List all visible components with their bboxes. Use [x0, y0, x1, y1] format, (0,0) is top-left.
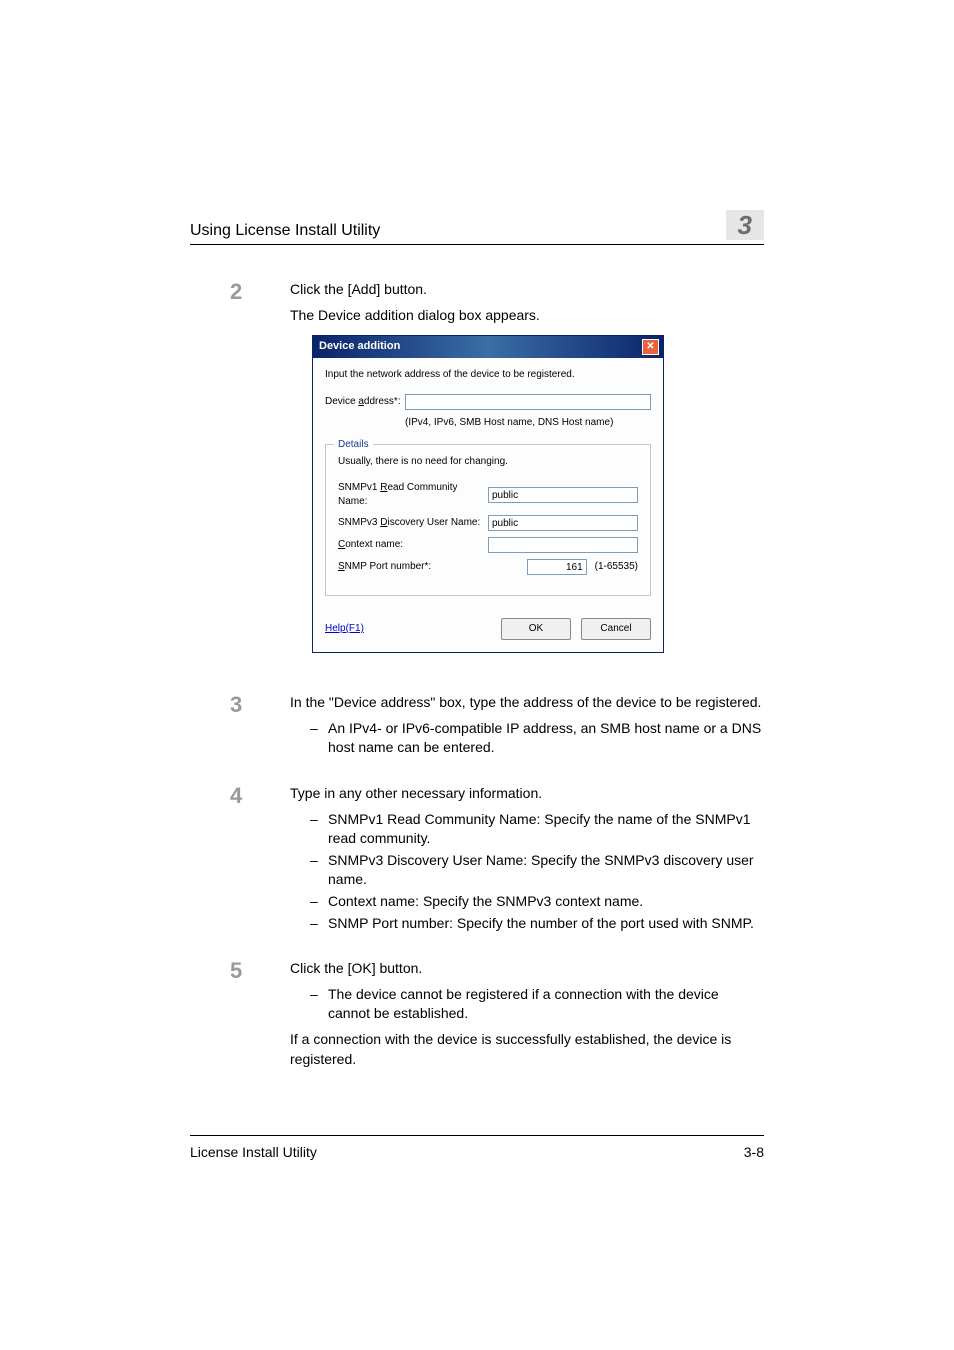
discovery-user-input[interactable] [488, 515, 638, 531]
device-address-label: Device address*: [325, 395, 405, 409]
step-number: 3 [190, 693, 290, 764]
step-5: 5 Click the [OK] button. The device cann… [190, 959, 764, 1075]
step-number: 4 [190, 784, 290, 939]
list-item: SNMPv3 Discovery User Name: Specify the … [310, 851, 764, 890]
dialog-titlebar: Device addition ✕ [313, 336, 663, 358]
step-text: The Device addition dialog box appears. [290, 306, 764, 326]
step-number: 5 [190, 959, 290, 1075]
read-community-input[interactable] [488, 487, 638, 503]
read-community-label: SNMPv1 Read Community Name: [338, 481, 488, 509]
port-range: (1-65535) [595, 560, 638, 574]
close-icon[interactable]: ✕ [642, 339, 659, 355]
page-footer: License Install Utility 3-8 [190, 1135, 764, 1160]
dialog-title: Device addition [319, 339, 400, 354]
step-2: 2 Click the [Add] button. The Device add… [190, 280, 764, 673]
device-addition-dialog: Device addition ✕ Input the network addr… [312, 335, 664, 653]
details-fieldset: Details Usually, there is no need for ch… [325, 444, 651, 596]
ok-button[interactable]: OK [501, 618, 571, 640]
list-item: SNMPv1 Read Community Name: Specify the … [310, 810, 764, 849]
step-number: 2 [190, 280, 290, 673]
step-4: 4 Type in any other necessary informatio… [190, 784, 764, 939]
cancel-button[interactable]: Cancel [581, 618, 651, 640]
footer-right: 3-8 [744, 1144, 764, 1160]
details-note: Usually, there is no need for changing. [338, 455, 638, 469]
footer-left: License Install Utility [190, 1144, 317, 1160]
discovery-user-label: SNMPv3 Discovery User Name: [338, 516, 488, 530]
list-item: Context name: Specify the SNMPv3 context… [310, 892, 764, 912]
step-3: 3 In the "Device address" box, type the … [190, 693, 764, 764]
list-item: SNMP Port number: Specify the number of … [310, 914, 764, 934]
snmp-port-input[interactable] [527, 559, 587, 575]
details-legend: Details [334, 438, 373, 452]
header-title: Using License Install Utility [190, 222, 380, 240]
context-name-input[interactable] [488, 537, 638, 553]
device-address-input[interactable] [405, 394, 651, 410]
step-text: In the "Device address" box, type the ad… [290, 693, 764, 713]
step-text: Click the [OK] button. [290, 959, 764, 979]
step-text: Type in any other necessary information. [290, 784, 764, 804]
list-item: An IPv4- or IPv6-compatible IP address, … [310, 719, 764, 758]
step-text: If a connection with the device is succe… [290, 1030, 764, 1069]
snmp-port-label: SNMP Port number*: [338, 560, 488, 574]
address-hint: (IPv4, IPv6, SMB Host name, DNS Host nam… [405, 416, 651, 430]
chapter-number: 3 [726, 210, 764, 240]
context-name-label: Context name: [338, 538, 488, 552]
dialog-intro: Input the network address of the device … [325, 368, 651, 382]
help-link[interactable]: Help(F1) [325, 622, 364, 636]
step-text: Click the [Add] button. [290, 280, 764, 300]
page-header: Using License Install Utility 3 [190, 210, 764, 245]
list-item: The device cannot be registered if a con… [310, 985, 764, 1024]
